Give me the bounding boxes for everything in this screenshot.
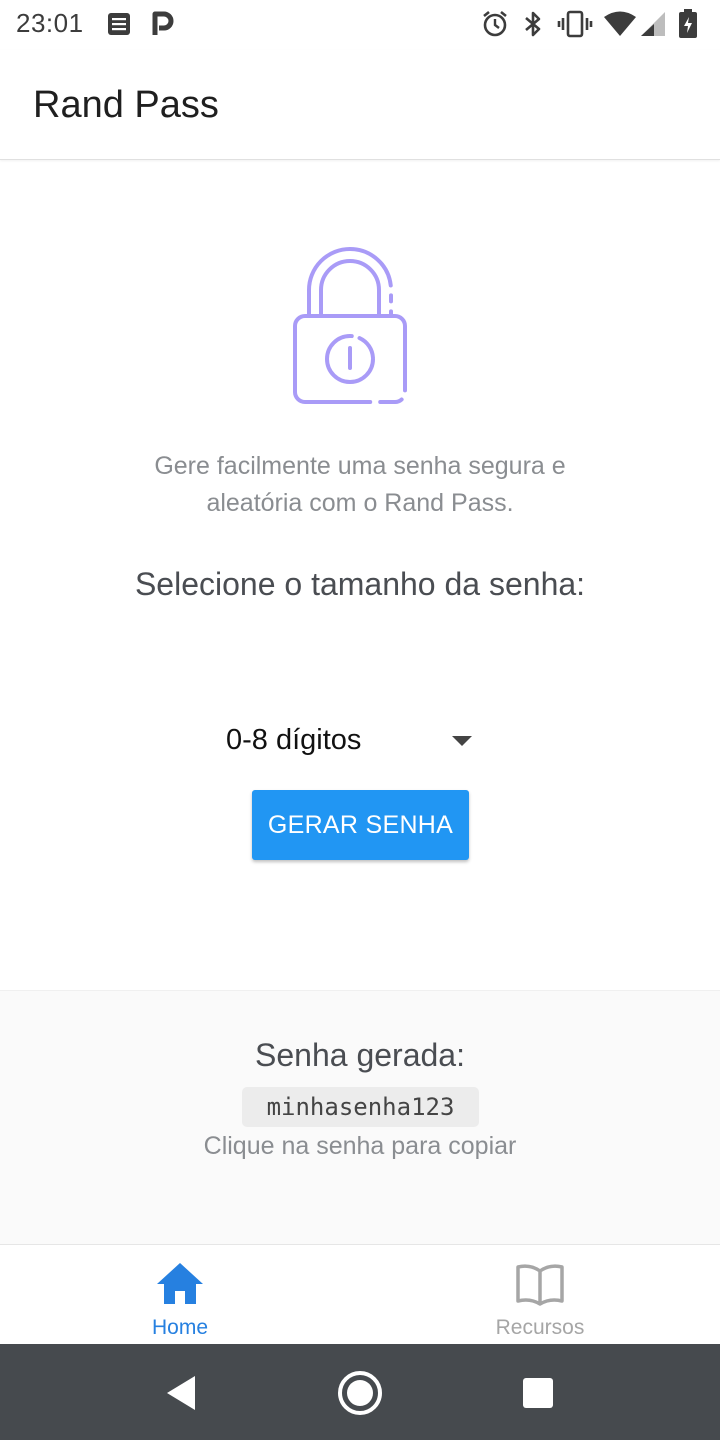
length-dropdown[interactable]: 0-8 dígitos [226,716,486,766]
caret-down-icon [452,736,472,746]
generated-password[interactable]: minhasenha123 [242,1087,479,1127]
bluetooth-icon [522,10,544,38]
parking-icon [150,10,174,38]
copy-hint: Clique na senha para copiar [203,1132,517,1160]
system-nav-bar [0,1344,720,1440]
battery-icon [678,9,698,38]
result-panel: Senha gerada: minhasenha123 Clique na se… [0,990,720,1244]
signal-icon [640,10,666,38]
result-label: Senha gerada: [255,1037,465,1073]
lock-icon [285,240,415,412]
bottom-tab-bar: Home Recursos [0,1244,720,1344]
notes-icon [107,10,131,38]
dropdown-selected-value: 0-8 dígitos [226,724,362,756]
wifi-icon [603,10,637,38]
tab-home-label: Home [151,1316,209,1339]
back-icon[interactable] [155,1368,205,1418]
generate-password-button[interactable]: GERAR SENHA [252,790,469,860]
book-icon [515,1259,565,1309]
tab-recursos-label: Recursos [495,1316,585,1339]
recents-icon[interactable] [513,1368,563,1418]
vibrate-icon [557,10,593,38]
intro-text: Gere facilmente uma senha segura e aleat… [80,448,640,522]
home-circle-icon[interactable] [335,1368,385,1418]
app-bar: Rand Pass [0,50,720,160]
select-length-heading: Selecione o tamanho da senha: [134,566,586,602]
app-title: Rand Pass [33,84,219,126]
status-bar: 23:01 [0,0,720,50]
alarm-icon [481,10,509,38]
home-icon [155,1259,205,1309]
intro-line-1: Gere facilmente uma senha segura e [154,452,566,480]
status-time: 23:01 [16,8,84,38]
intro-line-2: aleatória com o Rand Pass. [206,489,514,517]
tab-recursos[interactable]: Recursos [360,1245,720,1345]
tab-home[interactable]: Home [0,1245,360,1345]
